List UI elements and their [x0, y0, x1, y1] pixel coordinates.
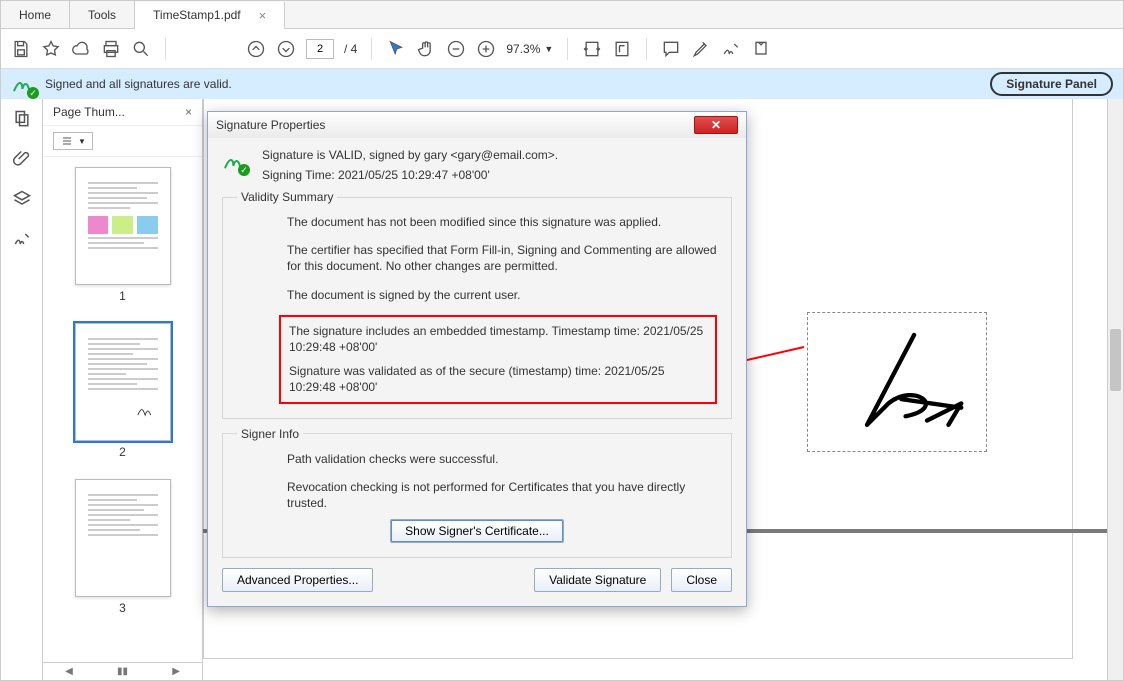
sign-icon[interactable]	[721, 39, 741, 59]
signer-info-group: Signer Info Path validation checks were …	[222, 427, 732, 559]
signature-info-bar: ✓ Signed and all signatures are valid. S…	[1, 69, 1123, 99]
dialog-titlebar[interactable]: Signature Properties ✕	[208, 112, 746, 138]
separator	[646, 38, 647, 60]
select-arrow-icon[interactable]	[386, 39, 406, 59]
tab-document-label: TimeStamp1.pdf	[153, 8, 241, 22]
page-total-label: / 4	[344, 42, 357, 56]
validity-item: The certifier has specified that Form Fi…	[287, 242, 717, 274]
chevron-down-icon: ▼	[544, 44, 553, 54]
dialog-title: Signature Properties	[216, 118, 694, 132]
validity-summary-legend: Validity Summary	[237, 190, 337, 204]
signature-field[interactable]	[807, 312, 987, 452]
timestamp-highlight-box: The signature includes an embedded times…	[279, 315, 717, 404]
separator	[165, 38, 166, 60]
thumbnails-title: Page Thum...	[53, 105, 185, 119]
separator	[567, 38, 568, 60]
separator	[371, 38, 372, 60]
thumbnails-rail-icon[interactable]	[12, 109, 32, 129]
show-certificate-button[interactable]: Show Signer's Certificate...	[390, 519, 564, 543]
signer-info-legend: Signer Info	[237, 427, 303, 441]
thumbnails-options-button[interactable]: ▼	[53, 132, 93, 150]
star-icon[interactable]	[41, 39, 61, 59]
thumbnail-number: 3	[75, 601, 171, 615]
zoom-out-icon[interactable]	[446, 39, 466, 59]
tab-tools[interactable]: Tools	[70, 1, 135, 28]
zoom-in-icon[interactable]	[476, 39, 496, 59]
thumbnails-panel: Page Thum... × ▼ 1 2	[43, 99, 203, 680]
signature-panel-button[interactable]: Signature Panel	[990, 72, 1113, 96]
signing-time-line: Signing Time: 2021/05/25 10:29:47 +08'00…	[262, 168, 558, 182]
signature-valid-icon: ✓	[11, 71, 37, 97]
tab-document[interactable]: TimeStamp1.pdf ×	[135, 2, 285, 29]
dialog-close-button[interactable]: ✕	[694, 116, 738, 134]
toolbar: / 4 97.3% ▼	[1, 29, 1123, 69]
signatures-rail-icon[interactable]	[12, 229, 32, 249]
advanced-properties-button[interactable]: Advanced Properties...	[222, 568, 373, 592]
page-down-icon[interactable]	[276, 39, 296, 59]
page-up-icon[interactable]	[246, 39, 266, 59]
comment-icon[interactable]	[661, 39, 681, 59]
cloud-icon[interactable]	[71, 39, 91, 59]
thumbnails-close-icon[interactable]: ×	[185, 105, 192, 119]
signer-item: Revocation checking is not performed for…	[287, 479, 717, 511]
signature-valid-line: Signature is VALID, signed by gary <gary…	[262, 148, 558, 162]
validity-summary-group: Validity Summary The document has not be…	[222, 190, 732, 419]
save-icon[interactable]	[11, 39, 31, 59]
thumbnail-page-3[interactable]: 3	[75, 479, 171, 615]
validity-item: The document has not been modified since…	[287, 214, 717, 230]
thumbnail-number: 2	[75, 445, 171, 459]
timestamp-validated-line: Signature was validated as of the secure…	[289, 363, 707, 395]
attachments-rail-icon[interactable]	[12, 149, 32, 169]
highlight-icon[interactable]	[691, 39, 711, 59]
timestamp-embedded-line: The signature includes an embedded times…	[289, 323, 707, 355]
fit-page-icon[interactable]	[612, 39, 632, 59]
signature-properties-dialog: Signature Properties ✕ ✓ Signature is VA…	[207, 111, 747, 607]
layers-rail-icon[interactable]	[12, 189, 32, 209]
validate-signature-button[interactable]: Validate Signature	[534, 568, 661, 592]
zoom-dropdown[interactable]: 97.3% ▼	[506, 42, 553, 56]
thumbnails-hscroll[interactable]: ◀▮▮▶	[43, 662, 202, 680]
print-icon[interactable]	[101, 39, 121, 59]
hand-pan-icon[interactable]	[416, 39, 436, 59]
chevron-down-icon: ▼	[78, 137, 86, 146]
page-number-input[interactable]	[306, 39, 334, 59]
signature-valid-icon: ✓	[222, 148, 248, 174]
validity-item: The document is signed by the current us…	[287, 287, 717, 303]
stamp-icon[interactable]	[751, 39, 771, 59]
search-icon[interactable]	[131, 39, 151, 59]
thumbnail-page-1[interactable]: 1	[75, 167, 171, 303]
thumbnail-number: 1	[75, 289, 171, 303]
thumbnail-page-2[interactable]: 2	[75, 323, 171, 459]
tab-home[interactable]: Home	[1, 1, 70, 28]
tab-close-icon[interactable]: ×	[259, 8, 267, 23]
fit-width-icon[interactable]	[582, 39, 602, 59]
signature-bar-message: Signed and all signatures are valid.	[45, 77, 982, 91]
top-tabs: Home Tools TimeStamp1.pdf ×	[1, 1, 1123, 29]
signer-item: Path validation checks were successful.	[287, 451, 717, 467]
vertical-scrollbar[interactable]	[1107, 99, 1123, 680]
zoom-percent-label: 97.3%	[506, 42, 540, 56]
close-button[interactable]: Close	[671, 568, 732, 592]
left-rail	[1, 99, 43, 680]
